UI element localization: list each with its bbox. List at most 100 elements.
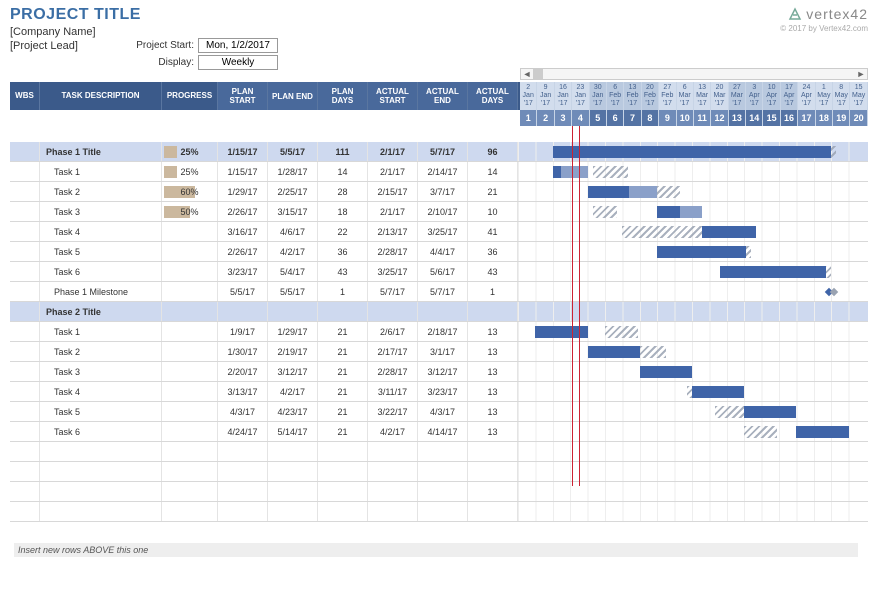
cell-plan-start[interactable]: 1/9/17 — [218, 322, 268, 341]
cell-wbs[interactable] — [10, 222, 40, 241]
cell-actual-days[interactable]: 36 — [468, 242, 518, 261]
cell-progress[interactable] — [162, 322, 218, 341]
cell-task-name[interactable]: Task 2 — [40, 342, 162, 361]
cell-progress[interactable] — [162, 282, 218, 301]
scroll-left-icon[interactable]: ◄ — [521, 69, 533, 79]
cell-plan-days[interactable]: 18 — [318, 202, 368, 221]
cell-progress[interactable] — [162, 242, 218, 261]
task-row[interactable]: Task 4 3/16/17 4/6/17 22 2/13/17 3/25/17… — [10, 222, 868, 242]
cell-plan-days[interactable]: 111 — [318, 142, 368, 161]
cell-actual-days[interactable]: 14 — [468, 162, 518, 181]
cell-actual-end[interactable]: 5/6/17 — [418, 262, 468, 281]
cell-task-name[interactable]: Task 5 — [40, 402, 162, 421]
cell-plan-start[interactable] — [218, 302, 268, 321]
cell-task-name[interactable]: Phase 1 Milestone — [40, 282, 162, 301]
timeline-scrollbar[interactable]: ◄ ► — [520, 68, 868, 80]
cell-plan-end[interactable]: 4/2/17 — [268, 242, 318, 261]
cell-plan-end[interactable]: 5/14/17 — [268, 422, 318, 441]
cell-wbs[interactable] — [10, 142, 40, 161]
cell-actual-end[interactable]: 3/25/17 — [418, 222, 468, 241]
cell-plan-end[interactable]: 5/5/17 — [268, 142, 318, 161]
empty-row[interactable] — [10, 502, 868, 522]
cell-actual-start[interactable]: 2/13/17 — [368, 222, 418, 241]
task-row[interactable]: Task 1 1/9/17 1/29/17 21 2/6/17 2/18/17 … — [10, 322, 868, 342]
cell-actual-end[interactable]: 3/12/17 — [418, 362, 468, 381]
cell-task-name[interactable]: Phase 1 Title — [40, 142, 162, 161]
cell-plan-start[interactable]: 1/29/17 — [218, 182, 268, 201]
cell-task-name[interactable]: Task 2 — [40, 182, 162, 201]
cell-actual-days[interactable]: 13 — [468, 422, 518, 441]
cell-plan-days[interactable]: 21 — [318, 382, 368, 401]
phase-row[interactable]: Phase 2 Title — [10, 302, 868, 322]
cell-actual-start[interactable]: 4/2/17 — [368, 422, 418, 441]
cell-actual-start[interactable]: 2/1/17 — [368, 162, 418, 181]
task-row[interactable]: Task 6 3/23/17 5/4/17 43 3/25/17 5/6/17 … — [10, 262, 868, 282]
cell-progress[interactable]: 25% — [162, 162, 218, 181]
cell-progress[interactable] — [162, 222, 218, 241]
cell-plan-start[interactable]: 5/5/17 — [218, 282, 268, 301]
cell-actual-end[interactable]: 2/14/17 — [418, 162, 468, 181]
scroll-thumb[interactable] — [533, 69, 543, 79]
cell-actual-end[interactable]: 4/14/17 — [418, 422, 468, 441]
cell-progress[interactable] — [162, 342, 218, 361]
cell-wbs[interactable] — [10, 162, 40, 181]
cell-actual-start[interactable]: 2/15/17 — [368, 182, 418, 201]
cell-actual-days[interactable]: 1 — [468, 282, 518, 301]
cell-actual-end[interactable]: 4/4/17 — [418, 242, 468, 261]
cell-plan-start[interactable]: 3/23/17 — [218, 262, 268, 281]
cell-actual-days[interactable]: 96 — [468, 142, 518, 161]
cell-progress[interactable] — [162, 402, 218, 421]
cell-plan-start[interactable]: 3/16/17 — [218, 222, 268, 241]
cell-task-name[interactable]: Task 4 — [40, 382, 162, 401]
cell-actual-start[interactable]: 3/11/17 — [368, 382, 418, 401]
task-row[interactable]: Task 2 1/30/17 2/19/17 21 2/17/17 3/1/17… — [10, 342, 868, 362]
cell-wbs[interactable] — [10, 302, 40, 321]
cell-actual-start[interactable]: 2/1/17 — [368, 202, 418, 221]
cell-plan-days[interactable]: 21 — [318, 362, 368, 381]
cell-plan-days[interactable]: 14 — [318, 162, 368, 181]
cell-actual-days[interactable] — [468, 302, 518, 321]
cell-progress[interactable] — [162, 382, 218, 401]
cell-plan-days[interactable] — [318, 302, 368, 321]
cell-progress[interactable] — [162, 262, 218, 281]
task-row[interactable]: Task 5 4/3/17 4/23/17 21 3/22/17 4/3/17 … — [10, 402, 868, 422]
cell-actual-end[interactable]: 4/3/17 — [418, 402, 468, 421]
task-row[interactable]: Task 3 50% 2/26/17 3/15/17 18 2/1/17 2/1… — [10, 202, 868, 222]
cell-actual-end[interactable]: 3/1/17 — [418, 342, 468, 361]
phase-row[interactable]: Phase 1 Title 25% 1/15/17 5/5/17 111 2/1… — [10, 142, 868, 162]
cell-actual-days[interactable]: 13 — [468, 342, 518, 361]
cell-plan-end[interactable]: 4/23/17 — [268, 402, 318, 421]
cell-task-name[interactable]: Task 6 — [40, 422, 162, 441]
cell-plan-days[interactable]: 43 — [318, 262, 368, 281]
project-start-input[interactable]: Mon, 1/2/2017 — [198, 38, 278, 53]
cell-task-name[interactable]: Task 4 — [40, 222, 162, 241]
cell-actual-days[interactable]: 43 — [468, 262, 518, 281]
cell-plan-end[interactable]: 5/5/17 — [268, 282, 318, 301]
cell-wbs[interactable] — [10, 242, 40, 261]
cell-plan-days[interactable]: 21 — [318, 322, 368, 341]
cell-actual-end[interactable]: 3/7/17 — [418, 182, 468, 201]
task-row[interactable]: Task 3 2/20/17 3/12/17 21 2/28/17 3/12/1… — [10, 362, 868, 382]
cell-actual-start[interactable]: 2/17/17 — [368, 342, 418, 361]
cell-task-name[interactable]: Task 3 — [40, 202, 162, 221]
cell-actual-start[interactable]: 3/25/17 — [368, 262, 418, 281]
cell-progress[interactable]: 50% — [162, 202, 218, 221]
empty-row[interactable] — [10, 482, 868, 502]
cell-wbs[interactable] — [10, 362, 40, 381]
empty-row[interactable] — [10, 442, 868, 462]
cell-plan-end[interactable]: 2/25/17 — [268, 182, 318, 201]
cell-plan-start[interactable]: 1/15/17 — [218, 162, 268, 181]
task-row[interactable]: Task 2 60% 1/29/17 2/25/17 28 2/15/17 3/… — [10, 182, 868, 202]
cell-plan-days[interactable]: 21 — [318, 422, 368, 441]
cell-actual-start[interactable]: 2/1/17 — [368, 142, 418, 161]
cell-actual-end[interactable]: 5/7/17 — [418, 282, 468, 301]
cell-actual-start[interactable]: 5/7/17 — [368, 282, 418, 301]
cell-plan-days[interactable]: 21 — [318, 402, 368, 421]
display-select[interactable]: Weekly — [198, 55, 278, 70]
cell-plan-start[interactable]: 2/26/17 — [218, 242, 268, 261]
cell-plan-start[interactable]: 3/13/17 — [218, 382, 268, 401]
scroll-right-icon[interactable]: ► — [855, 69, 867, 79]
cell-plan-days[interactable]: 1 — [318, 282, 368, 301]
cell-progress[interactable]: 25% — [162, 142, 218, 161]
cell-actual-end[interactable]: 5/7/17 — [418, 142, 468, 161]
